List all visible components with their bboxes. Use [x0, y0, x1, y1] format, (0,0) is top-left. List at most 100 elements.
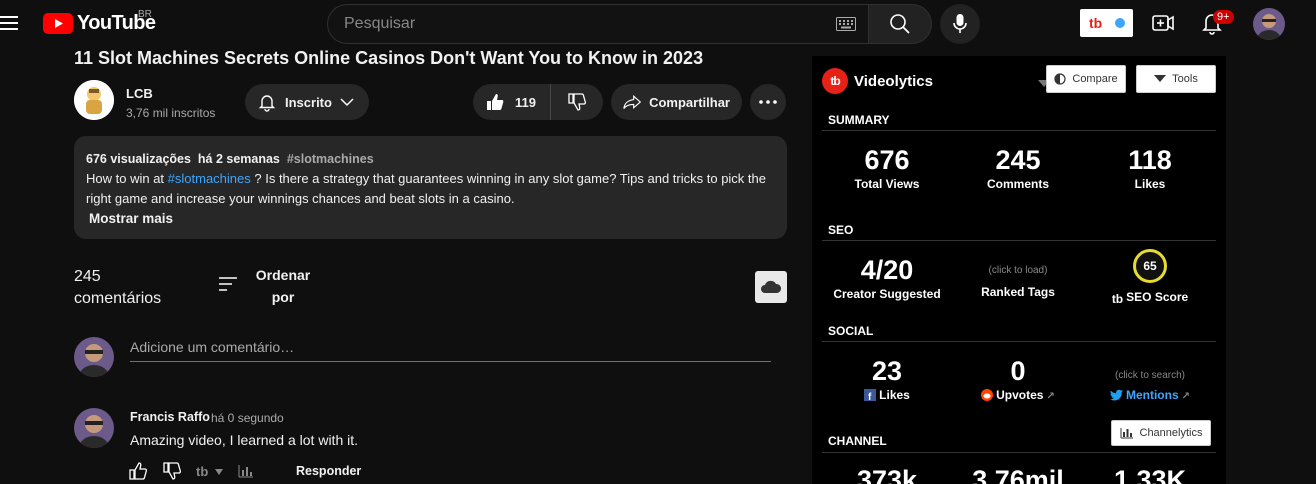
comment-time[interactable]: há 0 segundo: [211, 411, 284, 425]
video-title: 11 Slot Machines Secrets Online Casinos …: [74, 48, 704, 68]
search-input[interactable]: [328, 15, 808, 33]
tools-button[interactable]: Tools: [1136, 65, 1216, 93]
more-actions-button[interactable]: [750, 84, 786, 120]
top-bar: YouTube BR tb 9+: [0, 0, 1316, 46]
status-dot-icon: [1114, 18, 1125, 28]
stat-channel-views: 373k: [856, 465, 918, 484]
reddit-icon: [981, 389, 994, 401]
stat-twitter-mentions[interactable]: (click to search) Mentions ↗: [1084, 356, 1216, 402]
videolytics-panel: tb Videolytics Compare Tools SUMMARY 676…: [812, 56, 1226, 484]
channelytics-button[interactable]: Channelytics: [1111, 420, 1211, 446]
videolytics-logo: tb Videolytics: [822, 68, 933, 94]
tubebuddy-logo-icon: tb: [1089, 16, 1102, 30]
like-dislike-group: 119: [473, 84, 603, 120]
stat-comments: 245 Comments: [986, 145, 1049, 191]
thumbs-up-icon[interactable]: [128, 461, 148, 481]
comment-author[interactable]: Francis Raffo: [130, 410, 210, 424]
caret-down-icon: [1154, 75, 1167, 82]
summary-heading: SUMMARY: [828, 113, 890, 127]
show-more-button[interactable]: Mostrar mais: [89, 209, 775, 229]
thumbs-down-icon[interactable]: [162, 461, 182, 481]
create-video-icon[interactable]: [1150, 10, 1176, 36]
voice-search-button[interactable]: [940, 4, 980, 44]
social-heading: SOCIAL: [828, 324, 874, 338]
menu-icon[interactable]: [0, 11, 20, 35]
like-button[interactable]: 119: [473, 84, 551, 120]
word-cloud-button[interactable]: [755, 271, 787, 303]
seo-score-ring: 65: [1133, 249, 1167, 283]
stat-ranked-tags[interactable]: (click to load) Ranked Tags: [952, 255, 1084, 299]
video-description[interactable]: 676 visualizações há 2 semanas #slotmach…: [74, 136, 787, 239]
channel-avatar[interactable]: [74, 80, 114, 120]
stat-reddit-upvotes[interactable]: 0 Upvotes ↗: [952, 356, 1084, 402]
microphone-icon: [953, 14, 967, 33]
more-horizontal-icon: [759, 100, 777, 104]
chevron-down-icon: [340, 98, 354, 107]
sort-by-button[interactable]: Ordenar por: [248, 264, 318, 308]
bar-chart-icon: [1120, 428, 1133, 439]
country-code: BR: [138, 9, 152, 20]
description-text: How to win at #slotmachines ? Is there a…: [86, 171, 766, 206]
reply-button[interactable]: Responder: [296, 464, 361, 478]
stat-seo-score[interactable]: 65 tb SEO Score: [1084, 249, 1216, 306]
svg-text:tb: tb: [196, 464, 208, 478]
divider: [822, 240, 1216, 241]
search-box[interactable]: [327, 4, 869, 44]
tubebuddy-logo-icon: tb: [822, 68, 848, 94]
search-button[interactable]: [868, 4, 932, 44]
description-tag[interactable]: #slotmachines: [287, 152, 374, 166]
tubebuddy-extension-button[interactable]: tb: [1080, 9, 1133, 37]
share-button[interactable]: Compartilhar: [611, 84, 742, 120]
divider: [822, 452, 1216, 453]
twitter-icon: [1109, 389, 1123, 401]
user-avatar[interactable]: [1253, 8, 1285, 40]
half-circle-icon: [1054, 73, 1066, 85]
sort-icon[interactable]: [218, 276, 238, 292]
notification-badge: 9+: [1213, 10, 1234, 24]
view-count: 676 visualizações: [86, 152, 191, 166]
facebook-icon: f: [864, 389, 877, 401]
stat-facebook-likes[interactable]: 23 f Likes: [821, 356, 953, 402]
share-arrow-icon: [623, 94, 642, 110]
videolytics-title: Videolytics: [854, 72, 933, 90]
bell-icon: [258, 95, 276, 112]
stat-likes: 118 Likes: [1128, 145, 1172, 191]
comment-count: 245 comentários: [74, 268, 162, 307]
tubebuddy-logo-icon: tb: [1111, 292, 1124, 306]
youtube-play-icon: [43, 12, 73, 34]
my-avatar: [74, 337, 114, 377]
channel-name[interactable]: LCB: [126, 86, 153, 101]
thumbs-down-icon: [568, 93, 587, 111]
svg-text:tb: tb: [1089, 16, 1102, 30]
bar-chart-icon[interactable]: [238, 464, 254, 478]
compare-button[interactable]: Compare: [1046, 65, 1126, 93]
comment-actions: tb Responder: [128, 461, 361, 481]
stat-channel-videos: 1,33K: [1113, 465, 1187, 484]
divider: [822, 130, 1216, 131]
external-link-icon: ↗: [1181, 391, 1191, 402]
thumbs-up-icon: [487, 94, 504, 110]
channel-heading: CHANNEL: [828, 434, 887, 448]
description-meta: 676 visualizações há 2 semanas #slotmach…: [86, 149, 775, 169]
subscriber-count: 3,76 mil inscritos: [126, 106, 216, 120]
share-label: Compartilhar: [649, 94, 730, 110]
external-link-icon: ↗: [1046, 391, 1055, 402]
subscribed-button[interactable]: Inscrito: [245, 84, 369, 120]
comment-author-avatar[interactable]: [74, 408, 114, 448]
stat-channel-subscribers: 3,76mil: [972, 465, 1064, 484]
subscribed-label: Inscrito: [285, 94, 332, 110]
comment-text: Amazing video, I learned a lot with it.: [130, 432, 359, 448]
tubebuddy-menu-icon[interactable]: tb: [196, 464, 224, 478]
hashtag-link[interactable]: #slotmachines: [168, 171, 251, 186]
upload-age: há 2 semanas: [197, 152, 280, 166]
cloud-icon: [761, 280, 782, 293]
search-icon: [890, 14, 910, 34]
seo-heading: SEO: [828, 223, 854, 237]
stat-creator-suggested[interactable]: 4/20 Creator Suggested: [821, 255, 953, 301]
stat-total-views: 676 Total Views: [854, 145, 920, 191]
keyboard-icon[interactable]: [836, 17, 856, 31]
add-comment-input[interactable]: Adicione um comentário…: [130, 336, 771, 362]
divider: [822, 341, 1216, 342]
like-count: 119: [515, 94, 536, 110]
dislike-button[interactable]: [551, 84, 603, 120]
